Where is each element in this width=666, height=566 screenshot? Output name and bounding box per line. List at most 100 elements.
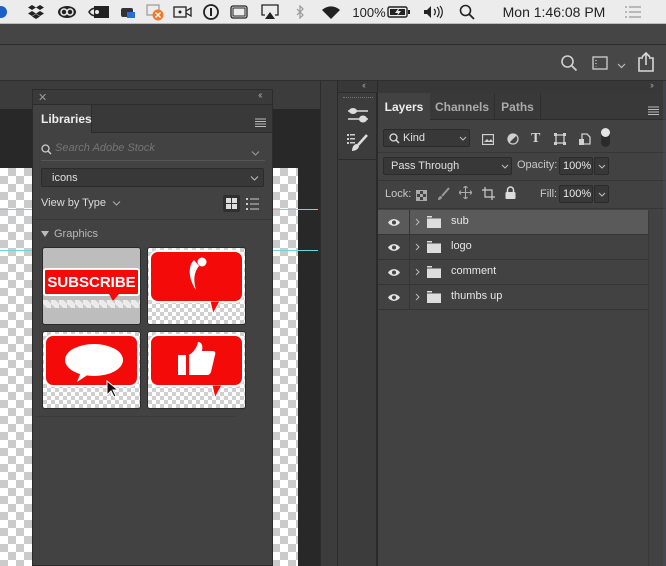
fill-dropdown-button[interactable] <box>594 185 609 203</box>
tab-channels[interactable]: Channels <box>430 93 495 120</box>
filter-toggle-switch[interactable] <box>601 128 610 147</box>
airplay-icon[interactable] <box>260 3 280 21</box>
display-icon[interactable] <box>229 3 249 21</box>
search-icon <box>389 133 400 144</box>
folder-icon <box>427 266 441 278</box>
layer-name[interactable]: sub <box>451 215 469 227</box>
library-item-comment[interactable] <box>42 331 141 409</box>
visibility-eye-icon[interactable] <box>378 210 410 234</box>
lock-image-pixels-icon[interactable] <box>438 187 450 205</box>
expand-panel-icon[interactable]: ›› <box>650 80 654 90</box>
panel-dock-icons: ‹‹ <box>337 80 377 566</box>
layer-name[interactable]: logo <box>451 240 472 252</box>
chevron-down-icon <box>598 164 606 169</box>
lock-artboard-icon[interactable] <box>482 187 495 205</box>
chevron-down-icon <box>459 136 467 141</box>
wifi-icon[interactable] <box>320 3 342 21</box>
mouse-cursor-icon <box>106 380 118 398</box>
library-select-value: icons <box>52 172 78 184</box>
tab-layers[interactable]: Layers <box>378 93 430 120</box>
expand-chevron-icon[interactable] <box>415 293 420 301</box>
layer-row[interactable]: comment <box>378 260 648 285</box>
dropbox-icon[interactable] <box>26 3 46 21</box>
layer-name[interactable]: comment <box>451 265 496 277</box>
lock-all-icon[interactable] <box>505 186 516 204</box>
collapse-icon[interactable]: ‹‹ <box>258 90 262 101</box>
brush-presets-icon[interactable] <box>347 133 369 158</box>
expand-chevron-icon[interactable] <box>415 268 420 276</box>
spotlight-search-icon[interactable] <box>458 3 476 21</box>
battery-charging-icon[interactable] <box>387 3 411 21</box>
subscribe-text: SUBSCRIBE <box>47 273 136 291</box>
visibility-eye-icon[interactable] <box>378 285 410 309</box>
filter-adjustment-icon[interactable] <box>507 132 519 150</box>
tab-libraries[interactable]: Libraries <box>33 105 92 133</box>
dock-grip[interactable] <box>343 97 373 99</box>
stock-search-input[interactable] <box>55 140 245 156</box>
logo-mark-icon <box>189 257 207 290</box>
lock-transparent-pixels-icon[interactable] <box>416 188 427 206</box>
properties-adjust-icon[interactable] <box>347 106 369 129</box>
layers-scrollbar-track[interactable] <box>648 210 649 566</box>
workspace-chevron-down-icon[interactable] <box>617 57 626 75</box>
graphics-section-toggle[interactable]: Graphics <box>41 228 98 240</box>
library-item-logo[interactable] <box>147 247 246 325</box>
blend-mode-value: Pass Through <box>391 160 460 172</box>
nvidia-icon[interactable] <box>88 3 110 21</box>
layer-row[interactable]: sub <box>378 210 648 235</box>
library-select[interactable]: icons <box>41 168 264 187</box>
creative-cloud-icon[interactable] <box>56 3 78 21</box>
fill-input[interactable]: 100% <box>559 185 593 203</box>
lock-label: Lock: <box>385 188 412 200</box>
volume-icon[interactable] <box>422 3 446 21</box>
filter-pixel-icon[interactable] <box>481 132 495 150</box>
visibility-eye-icon[interactable] <box>378 260 410 284</box>
opacity-dropdown-button[interactable] <box>594 157 609 175</box>
chevron-down-icon <box>501 164 509 169</box>
collapse-dock-icon[interactable]: ‹‹ <box>362 80 366 90</box>
blend-mode-select[interactable]: Pass Through <box>383 157 512 175</box>
printer-icon[interactable] <box>119 3 137 21</box>
layer-row[interactable]: thumbs up <box>378 285 648 310</box>
opacity-input[interactable]: 100% <box>559 157 593 175</box>
filter-type-icon[interactable]: T <box>531 131 540 147</box>
layers-panel: ›› Layers Channels Paths Kind T Pass Thr… <box>377 80 666 566</box>
expand-chevron-icon[interactable] <box>415 243 420 251</box>
vertical-scrollbar[interactable] <box>320 81 337 566</box>
workspace-icon[interactable] <box>592 56 608 75</box>
layer-row[interactable]: logo <box>378 235 648 260</box>
view-by-type-label: View by Type <box>41 197 107 209</box>
tab-paths[interactable]: Paths <box>495 93 541 120</box>
grid-view-button[interactable] <box>223 195 240 212</box>
filter-kind-select[interactable]: Kind <box>383 129 470 147</box>
list-view-icon <box>246 198 259 210</box>
chevron-down-icon <box>250 176 259 181</box>
visibility-eye-icon[interactable] <box>378 235 410 259</box>
notification-icon[interactable] <box>144 3 166 21</box>
grid-view-icon <box>226 198 237 209</box>
search-icon <box>41 142 52 160</box>
layer-name[interactable]: thumbs up <box>451 290 502 302</box>
search-icon[interactable] <box>560 54 578 77</box>
clock[interactable]: Mon 1:46:08 PM <box>494 3 614 21</box>
close-icon[interactable]: ✕ <box>38 91 47 104</box>
video-camera-icon[interactable] <box>172 3 194 21</box>
panel-menu-icon[interactable] <box>255 114 266 132</box>
list-view-button[interactable] <box>246 197 259 215</box>
panel-menu-icon[interactable] <box>648 102 659 120</box>
notification-center-icon[interactable] <box>622 3 644 21</box>
expand-chevron-icon[interactable] <box>415 218 420 226</box>
one-password-icon[interactable] <box>202 3 220 21</box>
bluetooth-icon[interactable] <box>293 3 307 21</box>
library-item-thumbs-up[interactable] <box>147 331 246 409</box>
lock-position-icon[interactable] <box>458 185 473 204</box>
library-item-subscribe[interactable]: SUBSCRIBE <box>42 247 141 325</box>
subscribe-graphic: SUBSCRIBE <box>43 268 140 296</box>
opacity-value: 100% <box>563 160 592 172</box>
app-status-icon[interactable] <box>0 6 7 18</box>
libraries-panel: ✕ ‹‹ Libraries icons View by Type Graphi… <box>32 89 273 566</box>
filter-shape-icon[interactable] <box>554 132 566 150</box>
filter-smart-object-icon[interactable] <box>579 132 591 150</box>
view-by-type-dropdown[interactable]: View by Type <box>41 197 121 209</box>
share-icon[interactable] <box>637 51 655 78</box>
